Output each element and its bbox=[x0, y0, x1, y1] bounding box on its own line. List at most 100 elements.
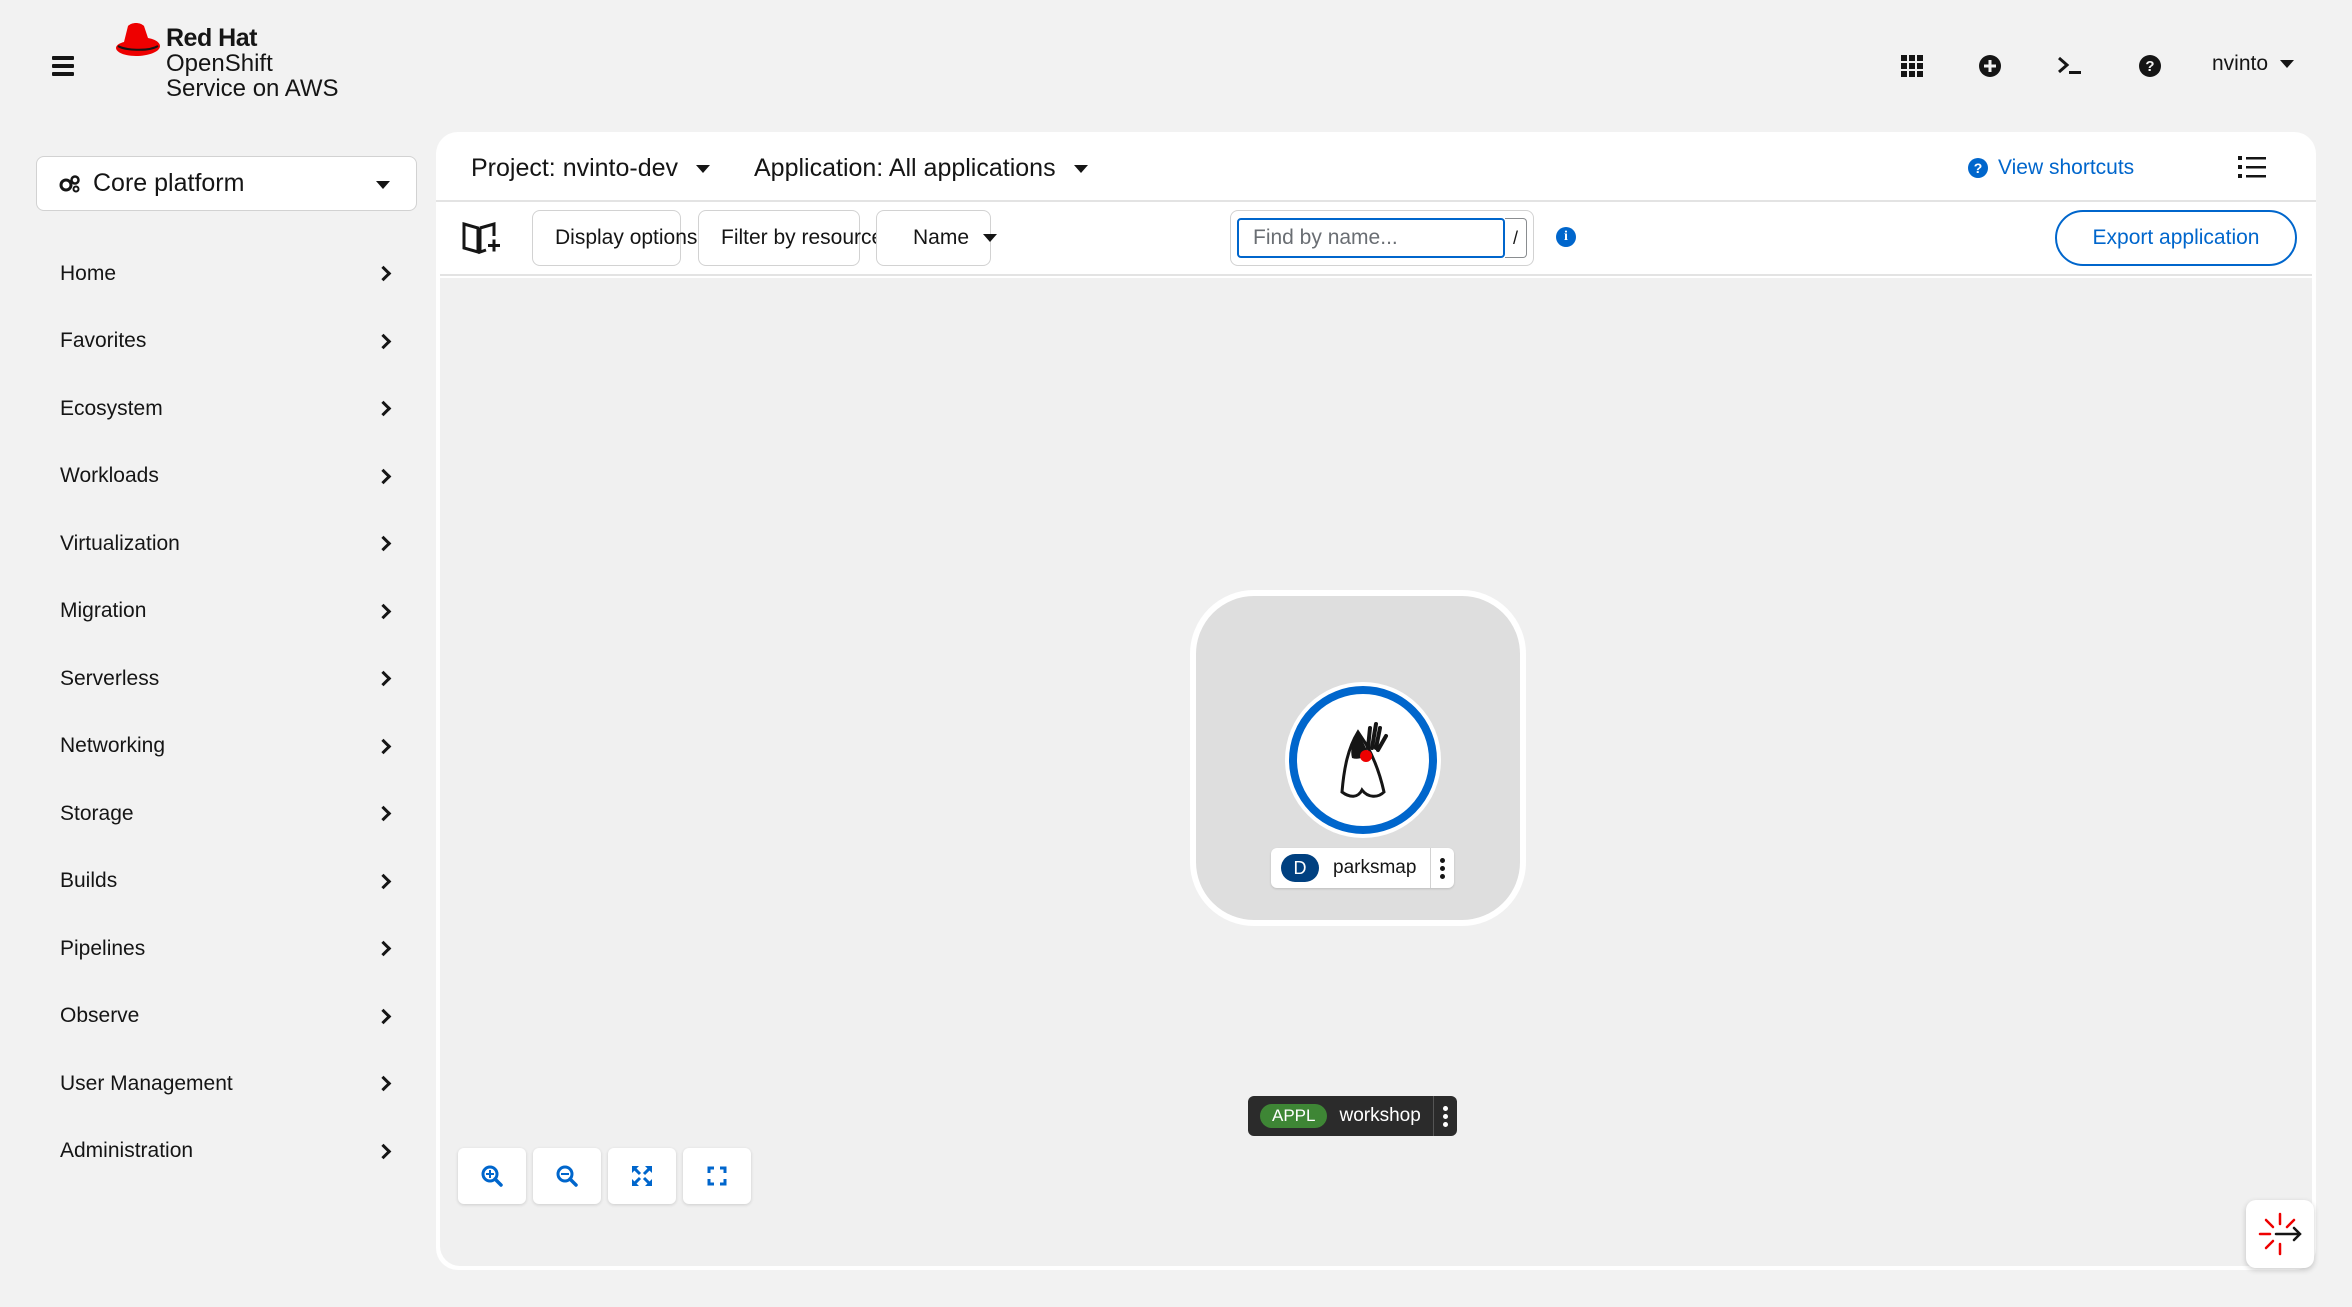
zoom-in-button[interactable] bbox=[458, 1148, 526, 1204]
lightspeed-assistant-button[interactable] bbox=[2246, 1200, 2314, 1268]
sidebar-item-label: Workloads bbox=[60, 464, 159, 488]
search-hotkey-hint: / bbox=[1505, 218, 1527, 258]
chevron-right-icon bbox=[375, 535, 392, 552]
help-glyph: ? bbox=[2139, 55, 2161, 77]
zoom-out-button[interactable] bbox=[533, 1148, 601, 1204]
fullscreen-icon bbox=[707, 1166, 727, 1186]
chevron-right-icon bbox=[375, 670, 392, 687]
filter-by-resource-dropdown[interactable]: Filter by resource bbox=[698, 210, 912, 266]
kebab-menu-icon[interactable] bbox=[1432, 1096, 1457, 1136]
filter-by-resource-label: Filter by resource bbox=[721, 226, 884, 249]
sidebar-item-ecosystem[interactable]: Ecosystem bbox=[36, 375, 417, 443]
question-circle-icon: ? bbox=[1968, 158, 1988, 178]
chevron-right-icon bbox=[375, 1143, 392, 1159]
perspective-switcher[interactable]: Core platform bbox=[36, 156, 417, 211]
sidebar-item-user-management[interactable]: User Management bbox=[36, 1050, 417, 1118]
display-options-dropdown[interactable]: Display options bbox=[532, 210, 726, 266]
expand-arrows-icon bbox=[631, 1165, 653, 1187]
sidebar-item-label: Builds bbox=[60, 869, 118, 893]
redhat-hat-icon bbox=[116, 23, 160, 56]
quick-search-add-icon[interactable] bbox=[462, 220, 502, 256]
search-group: / bbox=[1230, 210, 1534, 266]
sidebar-item-builds[interactable]: Builds bbox=[36, 848, 417, 916]
chevron-down-icon bbox=[2280, 60, 2295, 68]
sidebar-item-migration[interactable]: Migration bbox=[36, 578, 417, 646]
zoom-in-icon bbox=[481, 1165, 503, 1187]
chevron-right-icon bbox=[375, 468, 392, 484]
nav-toggle-icon[interactable] bbox=[48, 52, 78, 78]
perspective-label: Core platform bbox=[93, 169, 245, 197]
sidebar-item-workloads[interactable]: Workloads bbox=[36, 443, 417, 511]
sidebar-item-label: Observe bbox=[60, 1004, 140, 1028]
chevron-right-icon bbox=[375, 805, 392, 822]
application-label: Application: All applications bbox=[754, 154, 1056, 182]
sidebar-item-label: Virtualization bbox=[60, 531, 180, 555]
export-application-button[interactable]: Export application bbox=[2055, 210, 2297, 266]
context-bar: Project: nvinto-dev Application: All app… bbox=[436, 132, 2316, 202]
filter-type-label: Name bbox=[913, 226, 970, 249]
help-icon[interactable]: ? bbox=[2124, 40, 2176, 92]
terminal-glyph bbox=[2058, 56, 2081, 74]
user-menu-toggle[interactable]: nvinto bbox=[2212, 52, 2295, 76]
sidebar-item-serverless[interactable]: Serverless bbox=[36, 645, 417, 713]
chevron-right-icon bbox=[375, 1075, 392, 1092]
brand-service-text: Service on AWS bbox=[166, 75, 339, 102]
sidebar-item-pipelines[interactable]: Pipelines bbox=[36, 915, 417, 983]
application-selector[interactable]: Application: All applications bbox=[754, 154, 1088, 183]
sidebar-item-networking[interactable]: Networking bbox=[36, 713, 417, 781]
chevron-down-icon bbox=[1073, 164, 1088, 173]
filter-type-dropdown[interactable]: Name bbox=[876, 210, 998, 266]
sidebar-item-administration[interactable]: Administration bbox=[36, 1118, 417, 1186]
chevron-right-icon bbox=[375, 603, 392, 619]
chevron-down-icon bbox=[376, 181, 390, 189]
java-duke-icon bbox=[1340, 722, 1388, 798]
sidebar-item-home[interactable]: Home bbox=[36, 240, 417, 308]
view-shortcuts-link[interactable]: ? View shortcuts bbox=[1968, 156, 2134, 180]
user-name: nvinto bbox=[2212, 52, 2269, 75]
sidebar-nav: Home Favorites Ecosystem Workloads Virtu… bbox=[36, 240, 417, 1185]
sidebar-item-label: Networking bbox=[60, 734, 166, 758]
sidebar-item-storage[interactable]: Storage bbox=[36, 780, 417, 848]
sidebar-item-label: User Management bbox=[60, 1071, 233, 1095]
workload-node[interactable] bbox=[1289, 686, 1437, 834]
project-selector[interactable]: Project: nvinto-dev bbox=[471, 154, 711, 183]
sidebar-item-virtualization[interactable]: Virtualization bbox=[36, 510, 417, 578]
chevron-right-icon bbox=[375, 1008, 392, 1024]
kebab-menu-icon[interactable] bbox=[1430, 848, 1454, 888]
chevron-right-icon bbox=[375, 873, 392, 889]
chevron-right-icon bbox=[375, 400, 392, 417]
sidebar-item-label: Home bbox=[60, 261, 117, 285]
plus-circle-icon[interactable] bbox=[1964, 40, 2016, 92]
sidebar-item-observe[interactable]: Observe bbox=[36, 983, 417, 1051]
apps-grid-icon[interactable] bbox=[1886, 40, 1938, 92]
reset-view-button[interactable] bbox=[683, 1148, 751, 1204]
brand-redhat-text: Red Hat bbox=[166, 24, 257, 52]
lightspeed-icon bbox=[2258, 1212, 2302, 1256]
plus-circle-glyph bbox=[1979, 55, 2001, 77]
chevron-right-icon bbox=[375, 333, 392, 349]
list-view-icon[interactable] bbox=[2238, 154, 2268, 180]
sidebar-item-favorites[interactable]: Favorites bbox=[36, 308, 417, 376]
chevron-right-icon bbox=[375, 265, 392, 282]
sidebar-item-label: Administration bbox=[60, 1139, 194, 1163]
deployment-badge: D bbox=[1281, 854, 1319, 882]
sidebar-item-label: Migration bbox=[60, 599, 147, 623]
fit-to-screen-button[interactable] bbox=[608, 1148, 676, 1204]
cogs-icon bbox=[59, 174, 80, 192]
application-name: workshop bbox=[1339, 1105, 1421, 1126]
find-by-name-input[interactable] bbox=[1237, 218, 1505, 258]
workload-name: parksmap bbox=[1333, 857, 1417, 878]
topology-toolbar: Display options Filter by resource Name … bbox=[440, 202, 2312, 276]
info-icon[interactable]: i bbox=[1556, 227, 1576, 247]
display-options-label: Display options bbox=[555, 226, 698, 249]
view-shortcuts-label: View shortcuts bbox=[1998, 156, 2135, 179]
application-label[interactable]: APPL workshop bbox=[1248, 1096, 1457, 1136]
application-group-node[interactable]: D parksmap bbox=[1190, 590, 1526, 926]
chevron-right-icon bbox=[375, 738, 392, 754]
sidebar-item-label: Pipelines bbox=[60, 936, 146, 960]
brand-product-text: OpenShift bbox=[166, 50, 273, 77]
topology-canvas[interactable]: D parksmap APPL workshop bbox=[440, 278, 2312, 1266]
terminal-icon[interactable] bbox=[2044, 40, 2096, 92]
workload-label[interactable]: D parksmap bbox=[1271, 848, 1455, 888]
application-badge: APPL bbox=[1260, 1104, 1328, 1128]
